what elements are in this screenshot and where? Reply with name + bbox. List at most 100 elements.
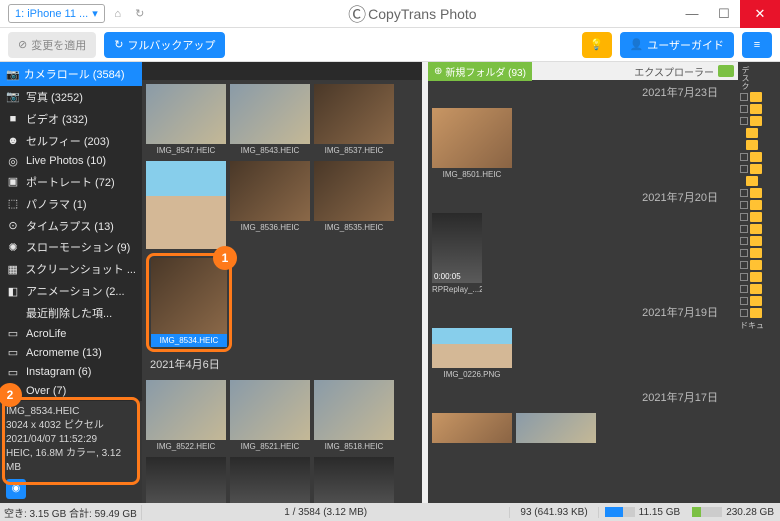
folder-icon[interactable] (750, 116, 762, 126)
user-icon: 👤 (630, 38, 644, 51)
sidebar: 📷 カメラロール (3584) 📷写真 (3252) ■ビデオ (332) ☻セ… (0, 62, 142, 503)
thumbnail[interactable]: IMG_8536.HEIC (230, 161, 310, 249)
thumbnail[interactable]: IMG_8547.HEIC (146, 84, 226, 157)
sidebar-item-selfies[interactable]: ☻セルフィー (203) (0, 130, 142, 152)
thumbnail[interactable] (516, 413, 596, 443)
folder-icon[interactable] (750, 236, 762, 246)
sidebar-item-acromeme[interactable]: ▭Acromeme (13) (0, 343, 142, 362)
folder-icon[interactable] (750, 92, 762, 102)
sidebar-item-animation[interactable]: ◧アニメーション (2... (0, 280, 142, 302)
toolbar: ⊘ 変更を適用 ↻ フルバックアップ 💡 👤 ユーザーガイド ≡ (0, 28, 780, 62)
refresh-icon[interactable]: ↻ (131, 5, 149, 23)
apply-changes-button[interactable]: ⊘ 変更を適用 (8, 32, 96, 58)
folder-icon[interactable] (746, 140, 758, 150)
info-filename: IMG_8534.HEIC (6, 405, 136, 419)
status-right-count: 93 (641.93 KB) (510, 507, 598, 518)
album-icon: ▭ (6, 327, 20, 340)
folder-icon[interactable] (750, 284, 762, 294)
folder-icon[interactable] (750, 272, 762, 282)
close-button[interactable]: ✕ (740, 0, 780, 28)
sidebar-header-camera-roll[interactable]: 📷 カメラロール (3584) (0, 62, 142, 86)
folder-icon[interactable] (750, 260, 762, 270)
folder-icon[interactable] (746, 176, 758, 186)
device-label: 1: iPhone 11 ... (15, 8, 88, 20)
device-photos-pane: IMG_8547.HEIC IMG_8543.HEIC IMG_8537.HEI… (142, 62, 422, 503)
folder-icon[interactable] (750, 164, 762, 174)
hamburger-icon: ≡ (754, 39, 760, 51)
device-selector[interactable]: 1: iPhone 11 ... ▾ (8, 4, 105, 23)
panorama-icon: ⬚ (6, 197, 20, 210)
info-action-button[interactable]: ◉ (6, 479, 26, 499)
folder-icon[interactable] (750, 308, 762, 318)
thumbnail[interactable] (432, 413, 512, 443)
thumbnail[interactable]: IMG_8521.HEIC (230, 380, 310, 453)
date-header: 2021年7月23日 (428, 80, 738, 104)
explorer-label: エクスプローラー (532, 64, 718, 79)
sidebar-item-acrolife[interactable]: ▭AcroLife (0, 324, 142, 343)
selected-thumbnail[interactable]: 1 IMG_8534.HEIC (146, 253, 232, 352)
backup-label: フルバックアップ (127, 37, 215, 53)
sidebar-item-instagram[interactable]: ▭Instagram (6) (0, 362, 142, 381)
folder-icon[interactable] (750, 212, 762, 222)
minimize-button[interactable]: — (676, 0, 708, 28)
new-folder-button[interactable]: ⊕ 新規フォルダ (93) (428, 62, 532, 81)
portrait-icon: ▣ (6, 175, 20, 188)
folder-icon[interactable] (750, 152, 762, 162)
date-header: 2021年4月6日 (142, 352, 422, 376)
folder-icon[interactable] (750, 224, 762, 234)
folder-icon[interactable] (746, 128, 758, 138)
folder-icon[interactable] (750, 296, 762, 306)
info-datetime: 2021/04/07 11:52:29 (6, 433, 136, 447)
full-backup-button[interactable]: ↻ フルバックアップ (104, 32, 225, 58)
pane-header-right: ⊕ 新規フォルダ (93) エクスプローラー (428, 62, 738, 80)
plus-icon: ⊕ (434, 66, 442, 77)
folder-icon[interactable] (750, 188, 762, 198)
folder-icon[interactable] (750, 200, 762, 210)
menu-button[interactable]: ≡ (742, 32, 772, 58)
thumbnail[interactable]: IMG_8522.HEIC (146, 380, 226, 453)
titlebar: 1: iPhone 11 ... ▾ ⌂ ↻ ⒸCopyTrans Photo … (0, 0, 780, 28)
bulb-icon: 💡 (590, 38, 604, 51)
thumbnail[interactable]: IMG_8543.HEIC (230, 84, 310, 157)
folder-tree[interactable]: デスク ドキュ (738, 62, 780, 503)
thumbnail[interactable]: IMG_0226.PNG (432, 328, 512, 381)
maximize-button[interactable]: ☐ (708, 0, 740, 28)
backup-icon: ↻ (114, 38, 123, 51)
sidebar-item-deleted[interactable]: 最近削除した項... (0, 302, 142, 324)
slomo-icon: ✺ (6, 241, 20, 254)
pc-photos-pane: ⊕ 新規フォルダ (93) エクスプローラー 2021年7月23日 IMG_85… (428, 62, 780, 503)
sidebar-item-livephotos[interactable]: ◎Live Photos (10) (0, 152, 142, 171)
thumbnail[interactable]: 0:00:11IMG_8515.MOV (146, 457, 226, 503)
home-icon[interactable]: ⌂ (109, 5, 127, 23)
file-info-panel: IMG_8534.HEIC 3024 x 4032 ピクセル 2021/04/0… (0, 401, 142, 503)
thumbnail[interactable]: IMG_8537.HEIC (314, 84, 394, 157)
thumbnail[interactable]: IMG_8514.MOV (230, 457, 310, 503)
folder-icon[interactable] (750, 248, 762, 258)
sidebar-item-videos[interactable]: ■ビデオ (332) (0, 108, 142, 130)
tips-button[interactable]: 💡 (582, 32, 612, 58)
sidebar-item-portrait[interactable]: ▣ポートレート (72) (0, 171, 142, 193)
sidebar-item-photos[interactable]: 📷写真 (3252) (0, 86, 142, 108)
sidebar-item-screenshots[interactable]: ▦スクリーンショット ... (0, 258, 142, 280)
sidebar-item-timelapse[interactable]: ⊙タイムラプス (13) (0, 215, 142, 237)
thumbnail[interactable] (146, 161, 226, 249)
apply-label: 変更を適用 (31, 37, 86, 53)
user-guide-button[interactable]: 👤 ユーザーガイド (620, 32, 734, 58)
live-icon: ◎ (6, 155, 20, 168)
thumbnail[interactable]: IMG_8513.HEIC (314, 457, 394, 503)
sidebar-item-panorama[interactable]: ⬚パノラマ (1) (0, 193, 142, 215)
guide-label: ユーザーガイド (647, 37, 724, 53)
folder-icon[interactable] (718, 65, 734, 77)
animation-icon: ◧ (6, 285, 20, 298)
thumbnail[interactable]: IMG_8518.HEIC (314, 380, 394, 453)
thumbnail[interactable]: 0:00:05RPReplay_...22349.mov (432, 213, 482, 296)
selfie-icon: ☻ (6, 135, 20, 147)
callout-badge-1: 1 (213, 246, 237, 270)
date-header: 2021年7月17日 (428, 385, 738, 409)
thumbnail[interactable]: IMG_8535.HEIC (314, 161, 394, 249)
video-icon: ■ (6, 113, 20, 125)
sidebar-item-slomo[interactable]: ✺スローモーション (9) (0, 236, 142, 258)
folder-icon[interactable] (750, 104, 762, 114)
status-storage: 空き: 3.15 GB 合計: 59.49 GB (0, 505, 142, 520)
thumbnail[interactable]: IMG_8501.HEIC (432, 108, 512, 181)
